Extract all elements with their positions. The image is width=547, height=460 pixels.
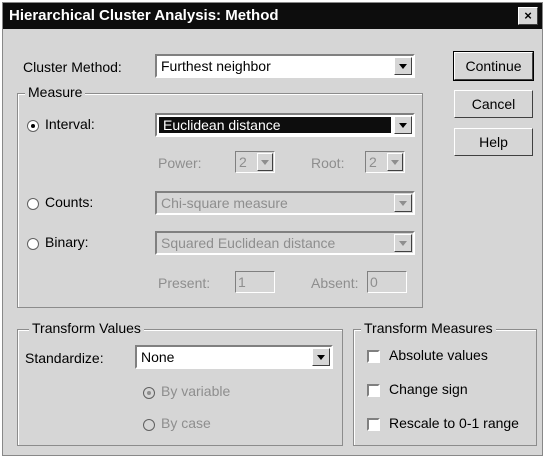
standardize-label: Standardize: [25, 350, 104, 366]
cluster-method-value: Furthest neighbor [161, 58, 271, 74]
root-value: 2 [369, 154, 377, 170]
standardize-value: None [141, 349, 175, 365]
dialog-title: Hierarchical Cluster Analysis: Method [9, 7, 279, 24]
absent-label: Absent: [311, 275, 359, 291]
cluster-method-select[interactable]: Furthest neighbor [155, 54, 415, 78]
chevron-down-icon [387, 153, 403, 171]
present-label: Present: [158, 275, 211, 291]
measure-legend: Measure [25, 84, 86, 100]
binary-radio[interactable] [27, 238, 39, 250]
binary-measure-select: Squared Euclidean distance [155, 231, 415, 255]
cluster-method-label: Cluster Method: [23, 59, 122, 75]
chevron-down-icon[interactable] [394, 57, 412, 75]
present-field: 1 [235, 271, 275, 293]
title-bar[interactable]: Hierarchical Cluster Analysis: Method × [3, 3, 542, 29]
binary-measure-value: Squared Euclidean distance [161, 235, 336, 251]
counts-label: Counts: [45, 194, 94, 210]
binary-label: Binary: [45, 234, 89, 250]
absent-field: 0 [367, 271, 407, 293]
transform-values-legend: Transform Values [29, 320, 144, 336]
chevron-down-icon[interactable] [312, 348, 330, 366]
method-dialog: Hierarchical Cluster Analysis: Method × … [2, 2, 543, 456]
counts-radio[interactable] [27, 198, 39, 210]
help-button[interactable]: Help [454, 128, 533, 156]
cancel-button[interactable]: Cancel [454, 90, 533, 118]
absolute-values-label: Absolute values [389, 347, 488, 363]
root-select: 2 [365, 151, 405, 173]
standardize-select[interactable]: None [135, 345, 333, 369]
continue-button[interactable]: Continue [453, 51, 534, 81]
root-label: Root: [311, 155, 345, 171]
chevron-down-icon[interactable] [394, 116, 412, 134]
chevron-down-icon [394, 194, 412, 212]
close-icon[interactable]: × [518, 7, 538, 25]
interval-label: Interval: [45, 116, 95, 132]
counts-measure-value: Chi-square measure [161, 195, 288, 211]
power-select: 2 [235, 151, 275, 173]
transform-measures-legend: Transform Measures [361, 320, 496, 336]
by-variable-label: By variable [161, 383, 231, 399]
chevron-down-icon [394, 234, 412, 252]
counts-measure-select: Chi-square measure [155, 191, 415, 215]
power-value: 2 [239, 154, 247, 170]
by-variable-radio [143, 387, 155, 399]
rescale-label: Rescale to 0-1 range [389, 415, 519, 431]
rescale-checkbox[interactable] [367, 418, 380, 431]
chevron-down-icon [257, 153, 273, 171]
interval-radio[interactable] [27, 120, 39, 132]
power-label: Power: [158, 155, 202, 171]
by-case-label: By case [161, 415, 211, 431]
interval-measure-value: Euclidean distance [159, 117, 391, 133]
absolute-values-checkbox[interactable] [367, 350, 380, 363]
by-case-radio [143, 419, 155, 431]
change-sign-label: Change sign [389, 381, 468, 397]
change-sign-checkbox[interactable] [367, 384, 380, 397]
interval-measure-select[interactable]: Euclidean distance [155, 113, 415, 137]
